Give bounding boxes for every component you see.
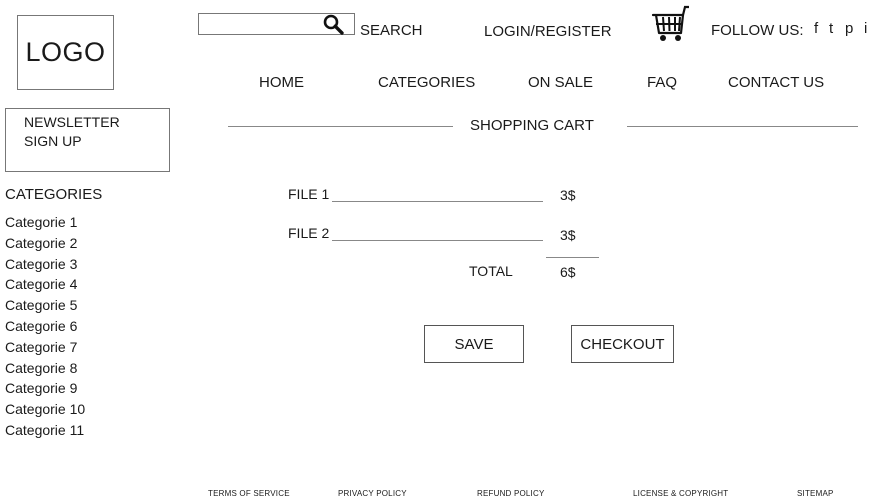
nav-faq[interactable]: FAQ [647, 74, 677, 91]
category-link[interactable]: Categorie 4 [5, 274, 85, 295]
category-link[interactable]: Categorie 10 [5, 399, 85, 420]
save-button[interactable]: SAVE [424, 325, 524, 363]
shopping-cart-icon[interactable] [651, 4, 689, 42]
category-link[interactable]: Categorie 8 [5, 358, 85, 379]
cart-item-price: 3$ [560, 187, 576, 203]
footer-refund-link[interactable]: REFUND POLICY [477, 489, 545, 498]
category-link[interactable]: Categorie 2 [5, 233, 85, 254]
follow-us-label: FOLLOW US: [711, 22, 804, 39]
title-divider-left [228, 126, 453, 127]
cart-item-leader [332, 240, 543, 241]
category-link[interactable]: Categorie 5 [5, 295, 85, 316]
newsletter-label-line1: NEWSLETTER [24, 114, 120, 130]
footer-terms-link[interactable]: TERMS OF SERVICE [208, 489, 290, 498]
footer-sitemap-link[interactable]: SITEMAP [797, 489, 834, 498]
nav-categories[interactable]: CATEGORIES [378, 74, 475, 91]
nav-on-sale[interactable]: ON SALE [528, 74, 593, 91]
nav-home[interactable]: HOME [259, 74, 304, 91]
category-link[interactable]: Categorie 3 [5, 254, 85, 275]
title-divider-right [627, 126, 858, 127]
facebook-link[interactable]: f [814, 20, 818, 37]
logo[interactable]: LOGO [17, 15, 114, 90]
category-list: Categorie 1 Categorie 2 Categorie 3 Cate… [5, 212, 85, 441]
total-divider [546, 257, 599, 258]
page-title: SHOPPING CART [470, 117, 594, 134]
cart-item-name[interactable]: FILE 1 [288, 186, 329, 202]
footer-privacy-link[interactable]: PRIVACY POLICY [338, 489, 407, 498]
instagram-link[interactable]: i [864, 20, 867, 37]
search-icon[interactable] [321, 12, 345, 36]
checkout-button[interactable]: CHECKOUT [571, 325, 674, 363]
cart-item-name[interactable]: FILE 2 [288, 225, 329, 241]
categories-heading: CATEGORIES [5, 186, 103, 203]
cart-item-leader [332, 201, 543, 202]
category-link[interactable]: Categorie 6 [5, 316, 85, 337]
cart-item-price: 3$ [560, 227, 576, 243]
newsletter-signup[interactable]: NEWSLETTER SIGN UP [5, 108, 170, 172]
twitter-link[interactable]: t [829, 20, 833, 37]
category-link[interactable]: Categorie 11 [5, 420, 85, 441]
nav-contact-us[interactable]: CONTACT US [728, 74, 824, 91]
total-label: TOTAL [469, 263, 513, 279]
category-link[interactable]: Categorie 1 [5, 212, 85, 233]
category-link[interactable]: Categorie 7 [5, 337, 85, 358]
pinterest-link[interactable]: p [845, 20, 853, 37]
search-button[interactable]: SEARCH [360, 22, 423, 39]
total-value: 6$ [560, 264, 576, 280]
category-link[interactable]: Categorie 9 [5, 378, 85, 399]
newsletter-label-line2: SIGN UP [24, 133, 82, 149]
login-register-link[interactable]: LOGIN/REGISTER [484, 23, 612, 40]
footer-license-link[interactable]: LICENSE & COPYRIGHT [633, 489, 728, 498]
